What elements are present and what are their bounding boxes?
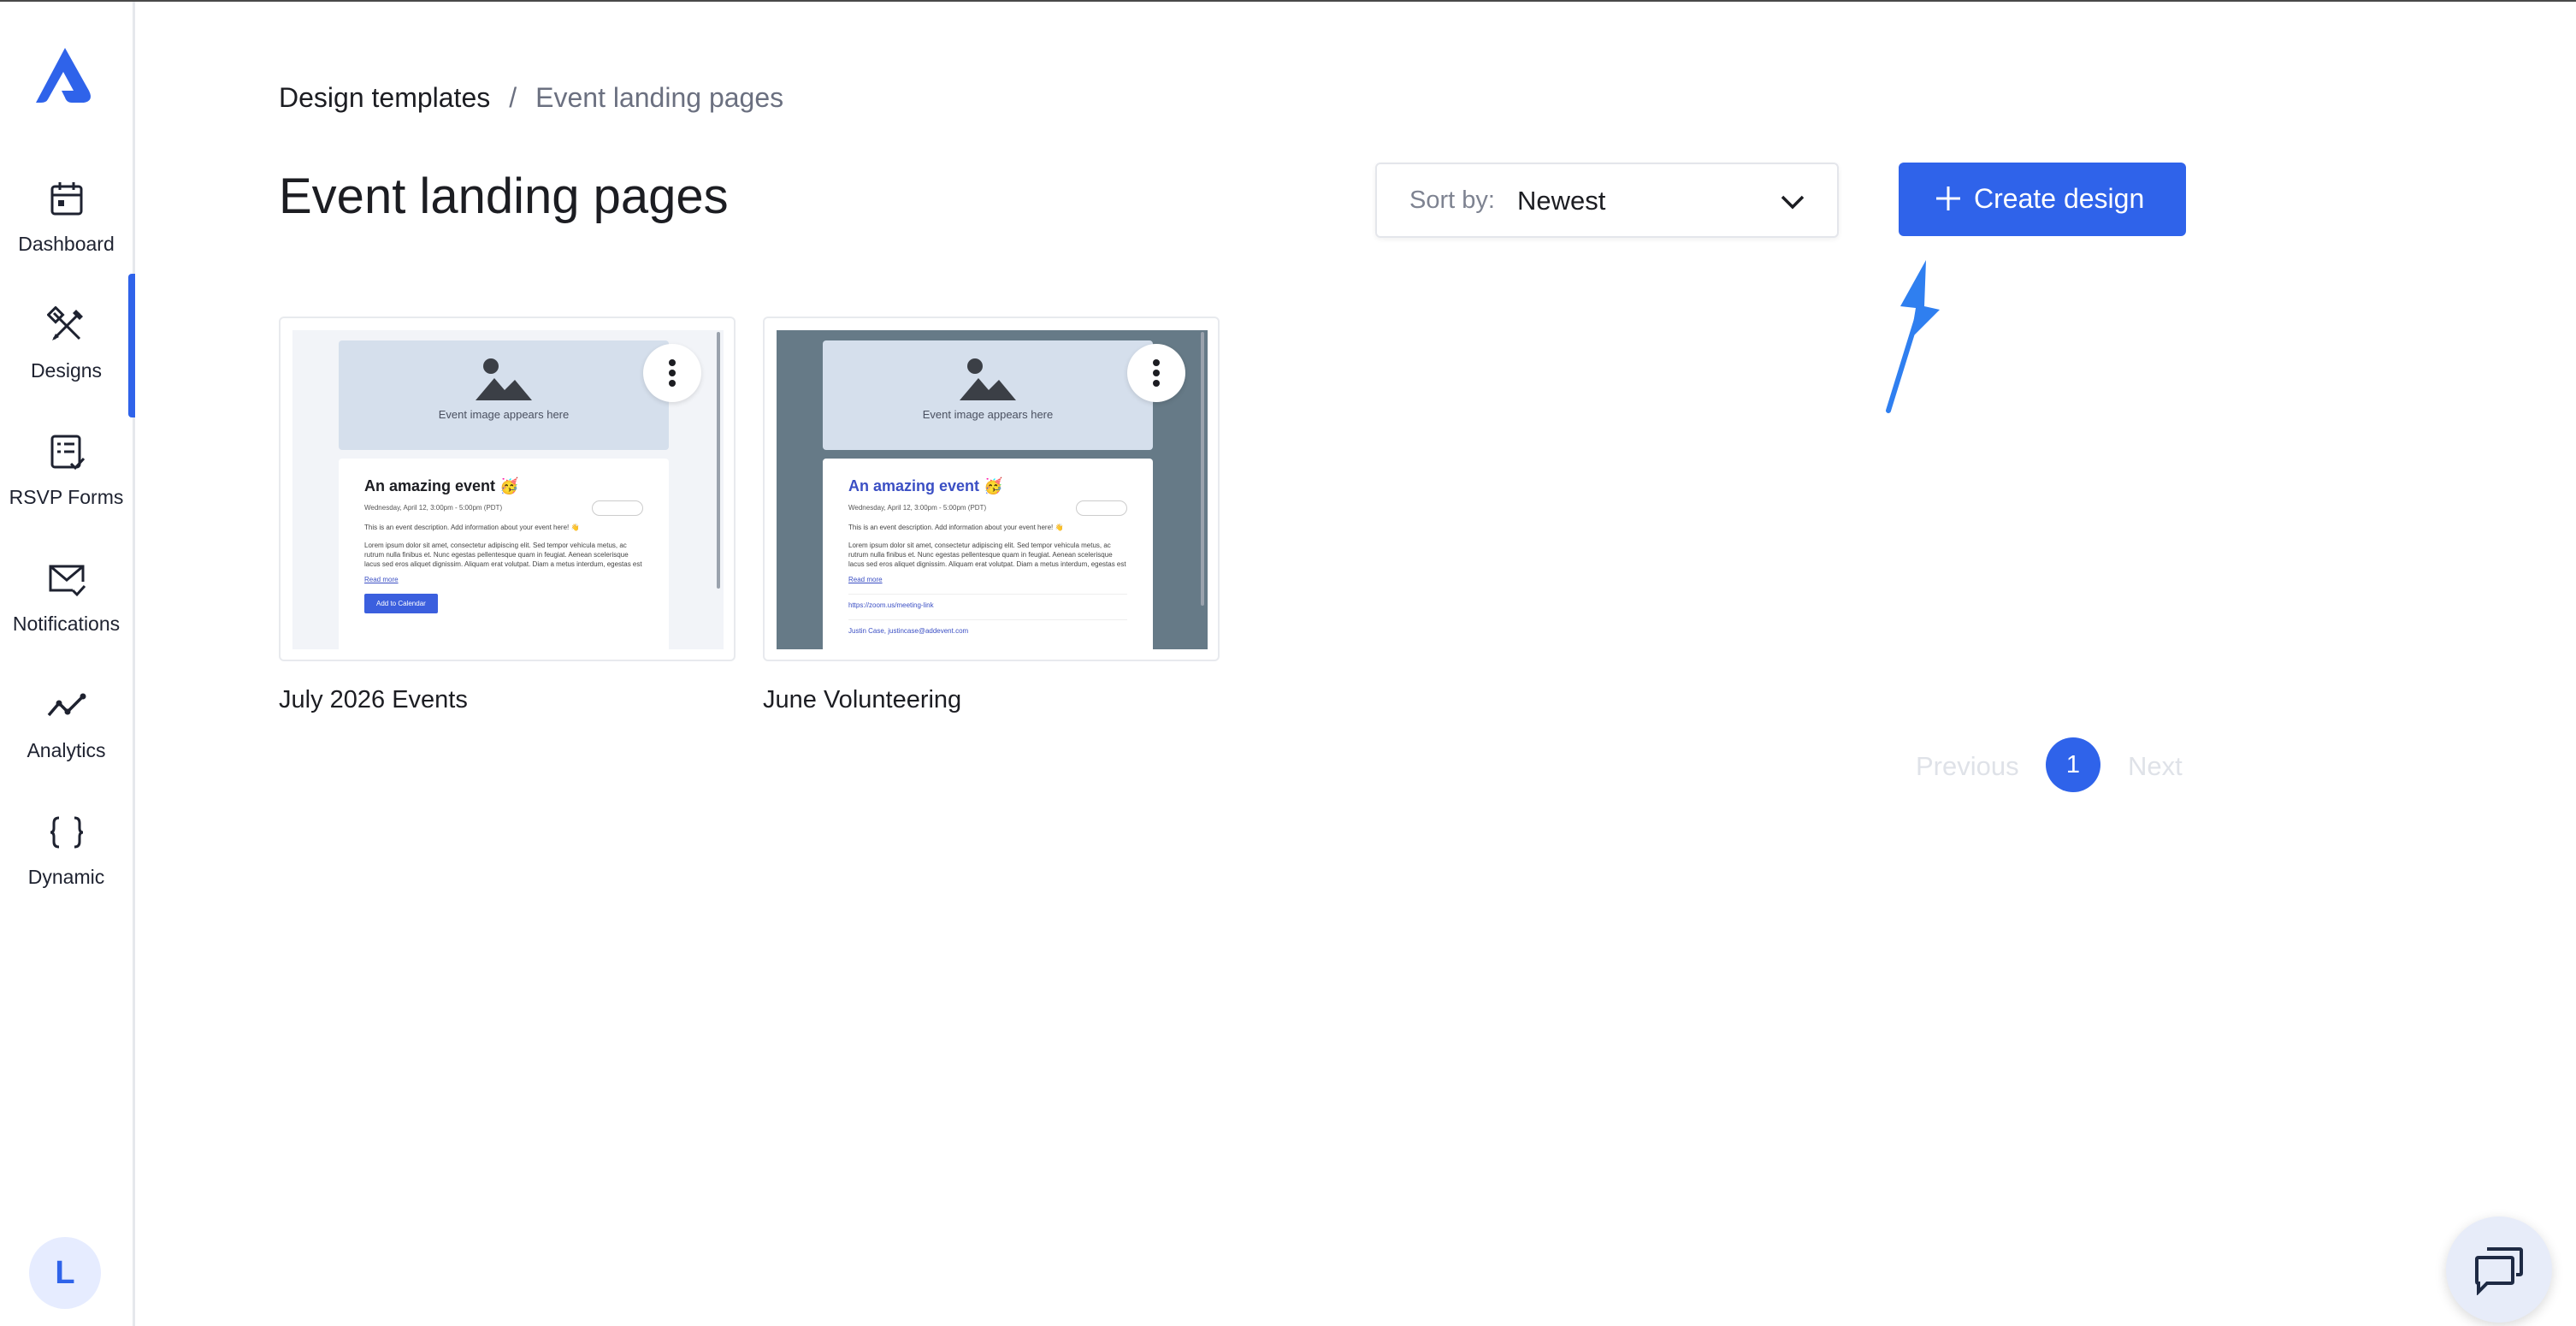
design-card[interactable]: Event image appears here An amazing even… xyxy=(763,317,1220,661)
window-top-border xyxy=(0,0,2576,2)
page-title: Event landing pages xyxy=(279,169,729,224)
preview-image-placeholder: Event image appears here xyxy=(339,340,669,450)
pagination-next[interactable]: Next xyxy=(2128,751,2183,782)
create-design-button[interactable]: Create design xyxy=(1899,163,2186,236)
sort-value: Newest xyxy=(1517,186,1606,216)
sidebar-item-dashboard[interactable]: Dashboard xyxy=(0,180,133,291)
preview-lorem: Lorem ipsum dolor sit amet, consectetur … xyxy=(364,542,642,568)
sidebar-item-label: Notifications xyxy=(12,613,121,635)
sidebar-item-label: RSVP Forms xyxy=(9,486,124,508)
sidebar-item-analytics[interactable]: Analytics xyxy=(0,686,133,797)
chat-button[interactable] xyxy=(2446,1216,2552,1323)
plus-icon xyxy=(1936,186,1960,210)
sort-dropdown[interactable]: Sort by: Newest xyxy=(1375,163,1839,238)
form-check-icon xyxy=(50,435,85,471)
sidebar-item-label: Designs xyxy=(30,359,103,382)
design-card[interactable]: Event image appears here An amazing even… xyxy=(279,317,736,661)
chevron-down-icon xyxy=(1781,195,1805,210)
preview-date: Wednesday, April 12, 3:00pm - 5:00pm (PD… xyxy=(848,500,1127,516)
sidebar-item-label: Analytics xyxy=(27,739,106,761)
preview-date: Wednesday, April 12, 3:00pm - 5:00pm (PD… xyxy=(364,500,643,516)
preview-body: An amazing event 🥳 Wednesday, April 12, … xyxy=(823,459,1153,649)
preview-image-caption: Event image appears here xyxy=(438,408,570,421)
preview-description: This is an event description. Add inform… xyxy=(848,524,1064,531)
sidebar-item-rsvp-forms[interactable]: RSVP Forms xyxy=(0,433,133,544)
sidebar-item-notifications[interactable]: Notifications xyxy=(0,559,133,671)
active-nav-indicator xyxy=(128,274,135,417)
preview-link: https://zoom.us/meeting-link xyxy=(848,594,1127,609)
preview-body: An amazing event 🥳 Wednesday, April 12, … xyxy=(339,459,669,649)
preview-description: This is an event description. Add inform… xyxy=(364,524,580,531)
preview-read-more: Read more xyxy=(848,576,883,583)
curly-braces-icon xyxy=(50,816,83,849)
preview-event-title: An amazing event 🥳 xyxy=(364,477,519,494)
sidebar-item-dynamic[interactable]: Dynamic xyxy=(0,813,133,924)
image-placeholder-icon xyxy=(960,358,1016,400)
sidebar-item-label: Dynamic xyxy=(27,866,105,888)
sidebar: Dashboard Designs RSVP Forms Notificatio… xyxy=(0,2,135,1326)
card-title[interactable]: June Volunteering xyxy=(763,686,961,714)
breadcrumb-current: Event landing pages xyxy=(535,82,784,113)
preview-image-caption: Event image appears here xyxy=(922,408,1054,421)
breadcrumb-root-link[interactable]: Design templates xyxy=(279,82,490,113)
sort-label: Sort by: xyxy=(1409,186,1495,214)
design-tools-icon xyxy=(46,306,83,340)
preview-read-more: Read more xyxy=(364,576,399,583)
pagination-previous[interactable]: Previous xyxy=(1916,751,2019,782)
image-placeholder-icon xyxy=(476,358,532,400)
preview-event-title: An amazing event 🥳 xyxy=(848,477,1003,494)
preview-scrollbar xyxy=(717,332,720,589)
preview-scrollbar xyxy=(1201,332,1204,606)
preview-image-placeholder: Event image appears here xyxy=(823,340,1153,450)
card-menu-button[interactable] xyxy=(1127,344,1185,402)
brand-logo-icon[interactable] xyxy=(32,46,97,106)
sidebar-item-designs[interactable]: Designs xyxy=(0,306,133,417)
create-design-label: Create design xyxy=(1974,183,2145,214)
mail-check-icon xyxy=(49,565,86,597)
avatar[interactable]: L xyxy=(29,1237,101,1309)
pagination-page[interactable]: 1 xyxy=(2046,737,2100,792)
breadcrumb: Design templates / Event landing pages xyxy=(279,82,783,114)
card-title[interactable]: July 2026 Events xyxy=(279,686,468,714)
preview-host: Justin Case, justincase@addevent.com xyxy=(848,619,1127,635)
preview-add-calendar-button: Add to Calendar xyxy=(364,594,438,613)
breadcrumb-separator: / xyxy=(509,82,517,113)
line-chart-icon xyxy=(47,693,86,717)
calendar-icon xyxy=(50,182,82,216)
pointer-arrow-icon xyxy=(1886,260,1940,413)
preview-lorem: Lorem ipsum dolor sit amet, consectetur … xyxy=(848,542,1126,568)
chat-bubbles-icon xyxy=(2475,1247,2523,1295)
sidebar-item-label: Dashboard xyxy=(18,233,115,255)
card-menu-button[interactable] xyxy=(643,344,701,402)
